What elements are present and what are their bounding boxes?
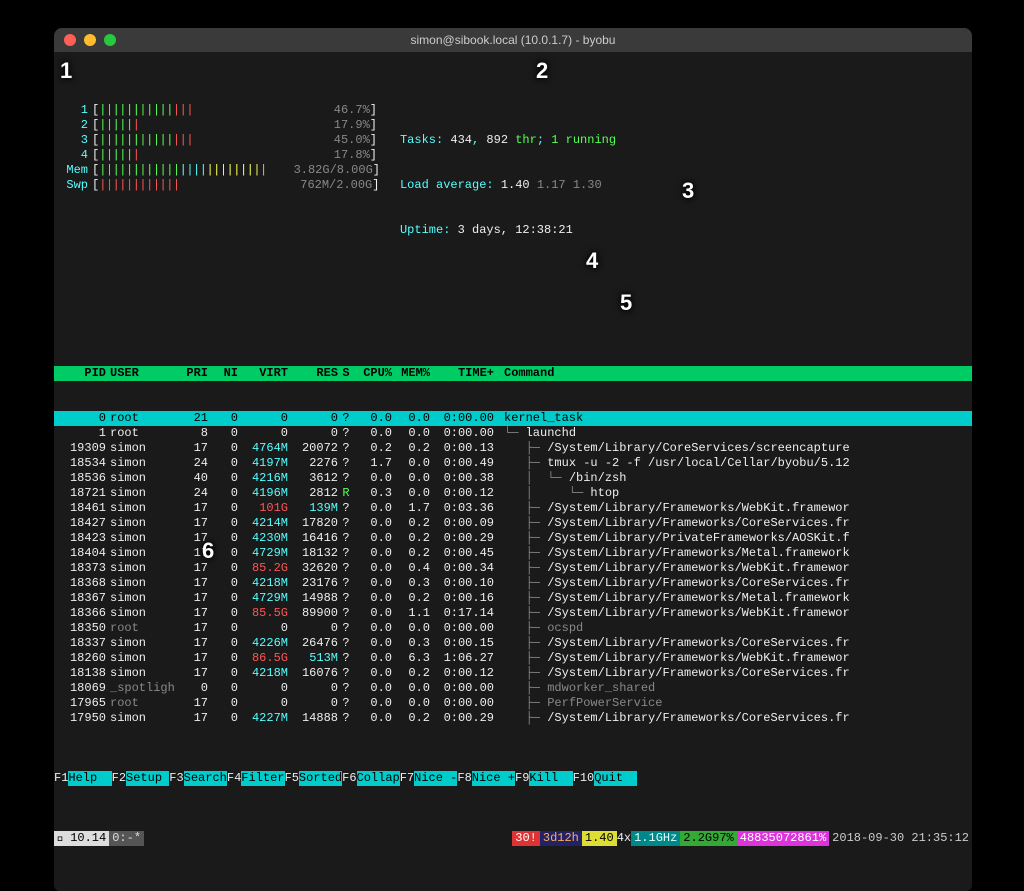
process-row[interactable]: 18366simon17085.5G89900?0.01.10:17.14 ├─… <box>54 606 972 621</box>
process-row[interactable]: 18423simon1704230M16416?0.00.20:00.29 ├─… <box>54 531 972 546</box>
process-row[interactable]: 18350root17000?0.00.00:00.00 ├─ ocspd <box>54 621 972 636</box>
window-title: simon@sibook.local (10.0.1.7) - byobu <box>54 33 972 47</box>
process-row[interactable]: 18260simon17086.5G513M?0.06.31:06.27 ├─ … <box>54 651 972 666</box>
cpu-mem-meters: 1[|||||||||||||| 46.7%]2[|||||| 17.9%]3[… <box>62 103 380 268</box>
process-row[interactable]: 18069_spotligh0000?0.00.00:00.00 ├─ mdwo… <box>54 681 972 696</box>
fn-key-f2[interactable]: F2 <box>112 771 126 786</box>
function-keys: F1Help F2Setup F3SearchF4FilterF5SortedF… <box>54 771 972 786</box>
fn-key-f6[interactable]: F6 <box>342 771 356 786</box>
process-row[interactable]: 18534simon2404197M2276?1.70.00:00.49 ├─ … <box>54 456 972 471</box>
fn-key-f8[interactable]: F8 <box>457 771 471 786</box>
process-row[interactable]: 18337simon1704226M26476?0.00.30:00.15 ├─… <box>54 636 972 651</box>
process-row[interactable]: 17965root17000?0.00.00:00.00 ├─ PerfPowe… <box>54 696 972 711</box>
process-row[interactable]: 19309simon1704764M20072?0.20.20:00.13 ├─… <box>54 441 972 456</box>
terminal-window: simon@sibook.local (10.0.1.7) - byobu 1[… <box>54 28 972 891</box>
status-uptime: 3d12h <box>540 831 582 846</box>
status-memory: 48835072861% <box>737 831 829 846</box>
process-row[interactable]: 18368simon1704218M23176?0.00.30:00.10 ├─… <box>54 576 972 591</box>
annotation-1: 1 <box>60 58 72 84</box>
status-datetime: 2018-09-30 21:35:12 <box>829 831 972 846</box>
annotation-2: 2 <box>536 58 548 84</box>
apple-icon:  <box>54 831 67 846</box>
terminal-content: 1[|||||||||||||| 46.7%]2[|||||| 17.9%]3[… <box>54 52 972 891</box>
process-row[interactable]: 18721simon2404196M2812R0.30.00:00.12 │ └… <box>54 486 972 501</box>
annotation-3: 3 <box>682 178 694 204</box>
process-row[interactable]: 18138simon1704218M16076?0.00.20:00.12 ├─… <box>54 666 972 681</box>
fn-key-f10[interactable]: F10 <box>573 771 595 786</box>
process-row[interactable]: 18536simon4004216M3612?0.00.00:00.38 │ └… <box>54 471 972 486</box>
status-alert: 30! <box>512 831 540 846</box>
annotation-6: 6 <box>202 538 214 564</box>
system-info: Tasks: 434, 892 thr; 1 running Load aver… <box>400 103 616 268</box>
fn-key-f4[interactable]: F4 <box>227 771 241 786</box>
fn-key-f1[interactable]: F1 <box>54 771 68 786</box>
annotation-4: 4 <box>586 248 598 274</box>
byobu-status-bar: 10.14 0:-* 30!3d12h1.404x1.1GHz2.2G97%4… <box>54 831 972 846</box>
fn-key-f9[interactable]: F9 <box>515 771 529 786</box>
process-row[interactable]: 17950simon1704227M14888?0.00.20:00.29 ├─… <box>54 711 972 726</box>
status-cpu: 1.1GHz <box>631 831 680 846</box>
tmux-session[interactable]: 0:-* <box>109 831 144 846</box>
process-row[interactable]: 18373simon17085.2G32620?0.00.40:00.34 ├─… <box>54 561 972 576</box>
fn-key-f5[interactable]: F5 <box>285 771 299 786</box>
status-load: 1.40 <box>582 831 617 846</box>
fn-key-f3[interactable]: F3 <box>169 771 183 786</box>
status-cpu-usage: 2.2G97% <box>680 831 736 846</box>
process-list[interactable]: 0root21000?0.00.00:00.00kernel_task1root… <box>54 411 972 726</box>
process-row[interactable]: 1root8000?0.00.00:00.00└─ launchd <box>54 426 972 441</box>
titlebar[interactable]: simon@sibook.local (10.0.1.7) - byobu <box>54 28 972 52</box>
fn-key-f7[interactable]: F7 <box>400 771 414 786</box>
process-row[interactable]: 0root21000?0.00.00:00.00kernel_task <box>54 411 972 426</box>
process-header[interactable]: PIDUSERPRINIVIRTRESSCPU%MEM%TIME+Command <box>54 366 972 381</box>
process-row[interactable]: 18367simon1704729M14988?0.00.20:00.16 ├─… <box>54 591 972 606</box>
process-row[interactable]: 18404simon1704729M18132?0.00.20:00.45 ├─… <box>54 546 972 561</box>
annotation-5: 5 <box>620 290 632 316</box>
process-row[interactable]: 18461simon170101G139M?0.01.70:03.36 ├─ /… <box>54 501 972 516</box>
process-row[interactable]: 18427simon1704214M17820?0.00.20:00.09 ├─… <box>54 516 972 531</box>
